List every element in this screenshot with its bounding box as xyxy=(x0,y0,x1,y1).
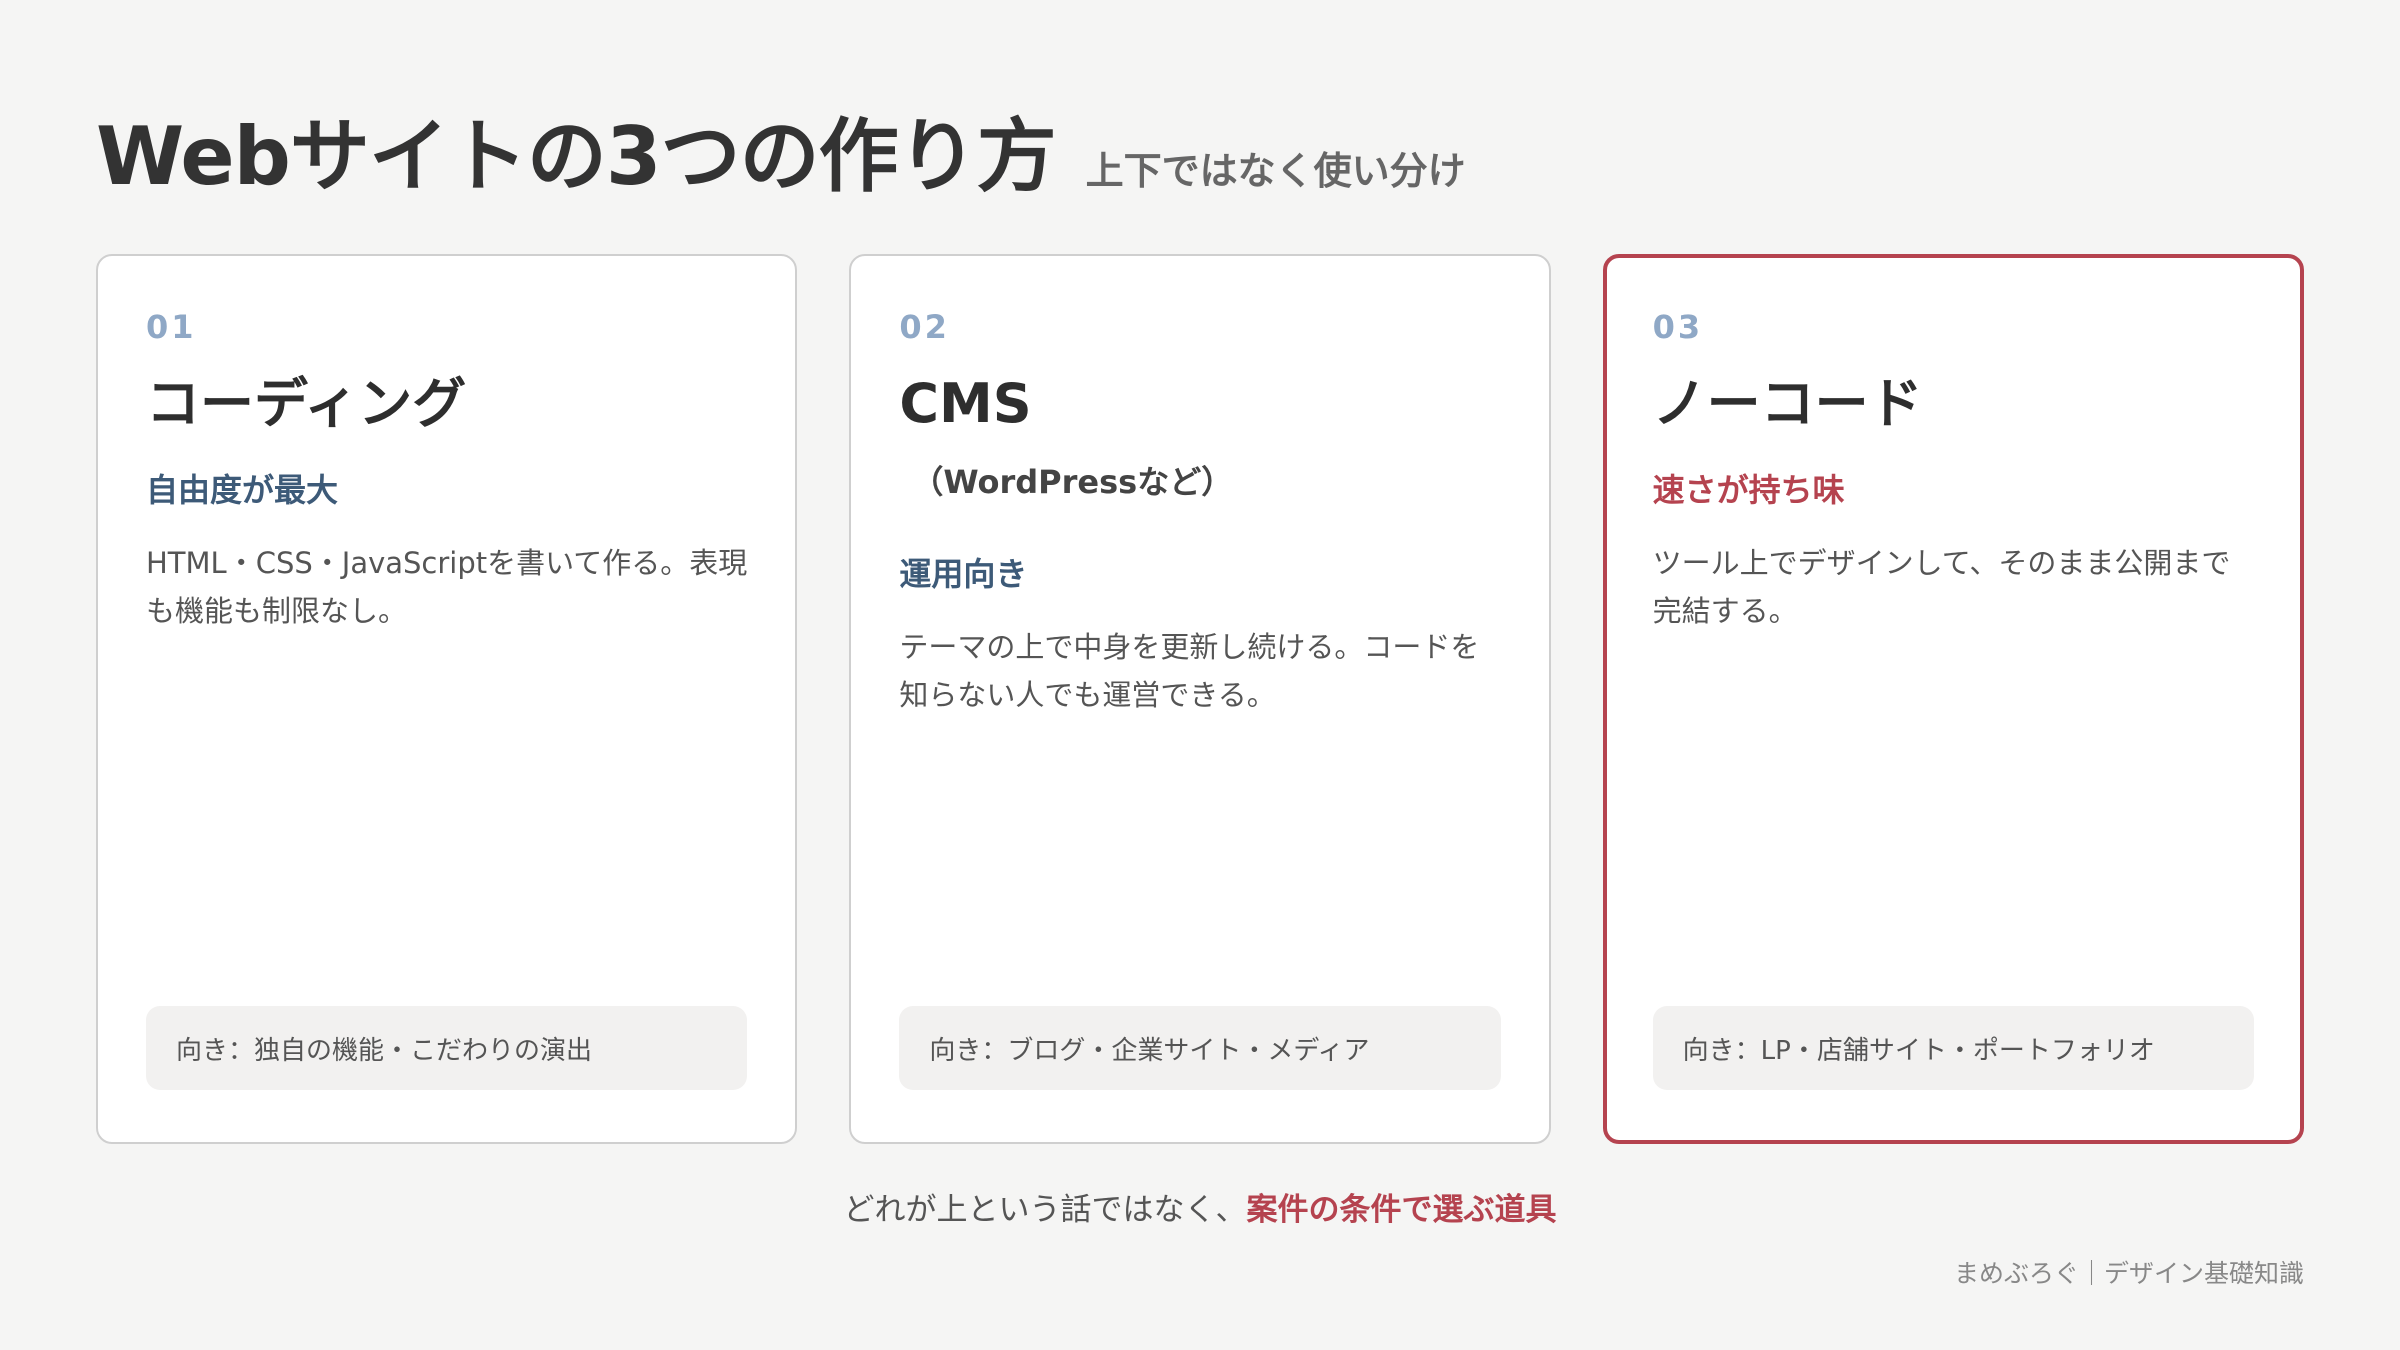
header: Webサイトの3つの作り方 上下ではなく使い分け xyxy=(96,92,1466,208)
card-nocode: 03 ノーコード 速さが持ち味 ツール上でデザインして、そのまま公開まで完結する… xyxy=(1602,254,2304,1144)
footer-note-emphasis: 案件の条件で選ぶ道具 xyxy=(1246,1192,1557,1228)
card-suited-for: 向き：独自の機能・こだわりの演出 xyxy=(146,1006,748,1090)
card-name: コーディング xyxy=(146,372,467,435)
card-cms: 02 CMS （WordPressなど） 運用向き テーマの上で中身を更新し続け… xyxy=(849,254,1551,1144)
card-tagline: 自由度が最大 xyxy=(146,470,339,509)
slide: Webサイトの3つの作り方 上下ではなく使い分け 01 コーディング 自由度が最… xyxy=(0,0,2400,1350)
page-title: Webサイトの3つの作り方 xyxy=(96,110,1057,203)
method-cards: 01 コーディング 自由度が最大 HTML・CSS・JavaScriptを書いて… xyxy=(96,254,2304,1144)
card-description: ツール上でデザインして、そのまま公開まで完結する。 xyxy=(1652,545,2231,628)
card-name: ノーコード xyxy=(1652,372,1923,435)
footer-note-prefix: どれが上という話ではなく、 xyxy=(843,1192,1247,1228)
card-name: CMS xyxy=(899,372,1032,435)
footer-note: どれが上という話ではなく、案件の条件で選ぶ道具 xyxy=(0,1184,2400,1229)
page-subtitle: 上下ではなく使い分け xyxy=(1085,149,1466,193)
card-number: 01 xyxy=(146,308,197,346)
card-tagline: 運用向き xyxy=(899,554,1028,593)
card-number: 03 xyxy=(1652,308,1704,346)
card-coding: 01 コーディング 自由度が最大 HTML・CSS・JavaScriptを書いて… xyxy=(96,254,798,1144)
card-tagline: 速さが持ち味 xyxy=(1652,470,1845,509)
card-description: HTML・CSS・JavaScriptを書いて作る。表現も機能も制限なし。 xyxy=(146,545,748,628)
credit: まめぶろぐ｜デザイン基礎知識 xyxy=(1953,1259,2304,1288)
card-sub-name: （WordPressなど） xyxy=(911,462,1234,501)
card-suited-for: 向き：ブログ・企業サイト・メディア xyxy=(899,1006,1501,1090)
card-description: テーマの上で中身を更新し続ける。コードを知らない人でも運営できる。 xyxy=(899,629,1480,712)
card-number: 02 xyxy=(899,308,950,346)
card-suited-for: 向き：LP・店舗サイト・ポートフォリオ xyxy=(1652,1006,2254,1090)
